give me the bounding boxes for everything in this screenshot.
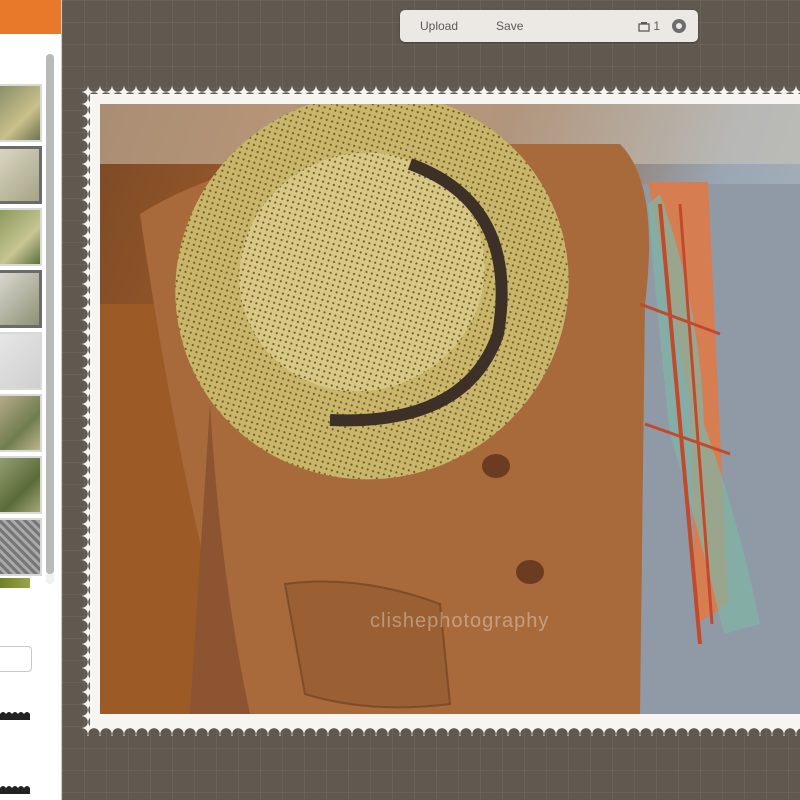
gear-icon[interactable] xyxy=(672,19,686,33)
thumbnail-1[interactable] xyxy=(0,84,42,142)
thumbnail-scrollbar[interactable] xyxy=(46,54,54,584)
stack-icon xyxy=(638,21,650,32)
thumbnail-4[interactable] xyxy=(0,270,42,328)
thumbnail-2[interactable] xyxy=(0,146,42,204)
thumbnail-6[interactable] xyxy=(0,394,42,452)
brand-bar xyxy=(0,0,61,34)
photo[interactable]: clishephotography xyxy=(100,104,800,714)
thumbnail-8[interactable] xyxy=(0,518,42,576)
photo-watermark: clishephotography xyxy=(370,610,550,632)
edge-style-option-2[interactable] xyxy=(0,782,30,794)
editor-toolbar: Upload Save 1 xyxy=(400,10,698,42)
layer-counter[interactable]: 1 xyxy=(638,19,660,33)
thumbnail-strip xyxy=(0,84,42,580)
text-input[interactable] xyxy=(0,646,32,672)
edge-style-option-1[interactable] xyxy=(0,708,30,720)
layer-count: 1 xyxy=(653,19,660,33)
save-button[interactable]: Save xyxy=(496,10,523,42)
thumbnail-3[interactable] xyxy=(0,208,42,266)
thumbnail-5[interactable] xyxy=(0,332,42,390)
upload-button[interactable]: Upload xyxy=(420,10,458,42)
color-swatch[interactable] xyxy=(0,578,30,588)
left-panel xyxy=(0,0,62,800)
thumbnail-7[interactable] xyxy=(0,456,42,514)
scrollbar-thumb[interactable] xyxy=(46,54,54,574)
